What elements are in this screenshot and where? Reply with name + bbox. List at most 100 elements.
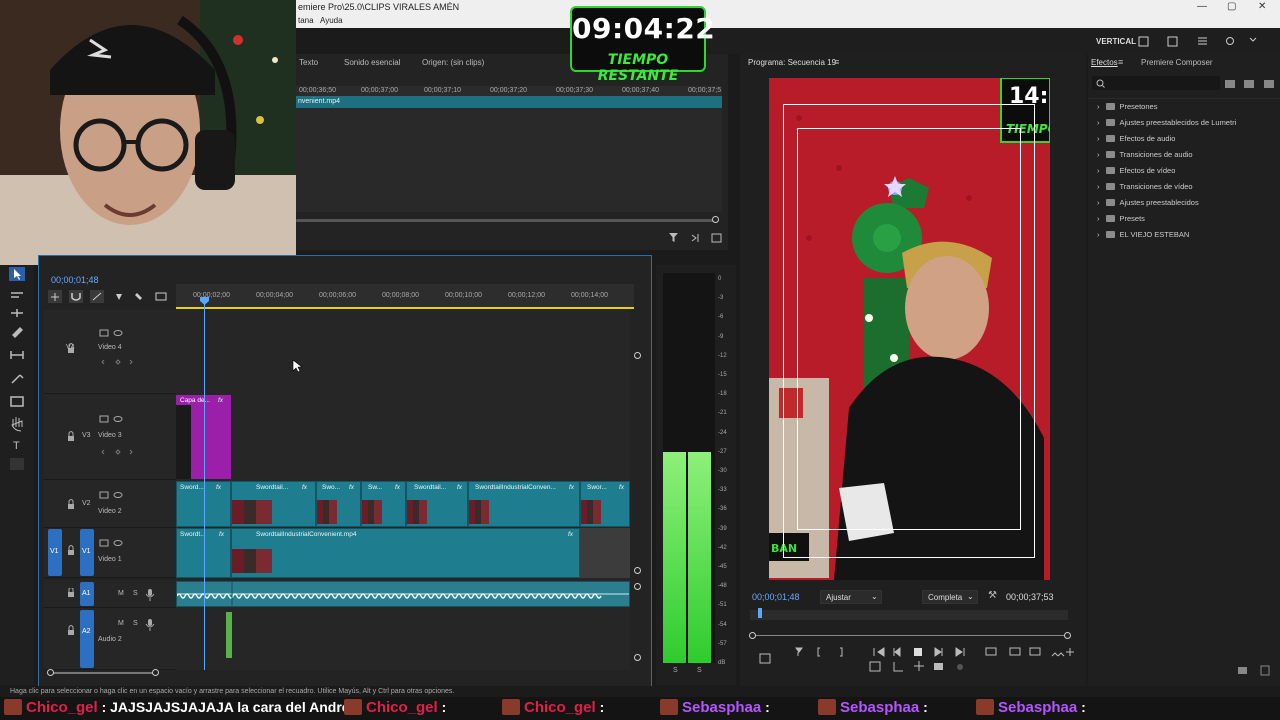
tab-efectos[interactable]: Efectos (1091, 58, 1118, 67)
track-v1-icons[interactable] (66, 538, 156, 568)
chat-username[interactable]: Chico_gel (524, 699, 596, 716)
playhead-handle[interactable] (199, 296, 210, 306)
chevron-right-icon[interactable]: › (1097, 166, 1100, 175)
effects-filter-icons[interactable] (1224, 78, 1280, 90)
fit-dropdown-value: Ajustar (826, 593, 851, 602)
effects-folder-item[interactable]: › Transiciones de vídeo (1097, 182, 1193, 191)
timeline-timecode[interactable]: 00;00;01;48 (51, 275, 99, 285)
clip-v2[interactable]: Swo... fx (316, 481, 361, 527)
effects-search-input[interactable] (1092, 76, 1220, 90)
minimize-button[interactable]: — (1197, 1, 1207, 12)
source-ruler[interactable]: 00;00;36;50 00;00;37;00 00;00;37;10 00;0… (296, 86, 722, 96)
program-frame[interactable]: BAN 14: TIEMPO (769, 78, 1050, 580)
program-scrubber[interactable] (750, 610, 1068, 620)
chevron-right-icon[interactable]: › (1097, 118, 1100, 127)
clip-v1[interactable]: SwordtailIndustrialConvenient.mp4 fx (231, 528, 580, 578)
close-button[interactable]: ✕ (1258, 1, 1266, 12)
chevron-right-icon[interactable]: › (1097, 230, 1100, 239)
effects-folder-label: Transiciones de vídeo (1119, 182, 1193, 191)
meter-solo-left[interactable]: S (673, 667, 678, 674)
source-scroll-handle[interactable] (712, 216, 719, 223)
program-playhead[interactable] (758, 608, 762, 618)
timeline-vscroll-handle[interactable] (634, 654, 641, 661)
db-scale-label: dB (718, 660, 726, 666)
timeline-vscroll-handle[interactable] (634, 567, 641, 574)
chat-username[interactable]: Sebasphaa (998, 699, 1077, 716)
chevron-right-icon[interactable]: › (1097, 198, 1100, 207)
folder-icon (1105, 231, 1115, 238)
chat-username[interactable]: Chico_gel (26, 699, 98, 716)
effects-folder-item[interactable]: › Presets (1097, 214, 1145, 223)
fx-badge: fx (569, 484, 575, 491)
workspace-label[interactable]: VERTICAL (1096, 37, 1136, 46)
program-zoom-handle[interactable] (749, 632, 756, 639)
chat-ticker: Chico_gel : JAJSJAJSJAJAJA la cara del A… (0, 697, 1280, 720)
panel-menu-icon[interactable]: ≡ (1118, 57, 1123, 67)
clip-v2[interactable]: SwordtailIndustrialConven... fx (468, 481, 580, 527)
clip-v2[interactable]: Swor... fx (580, 481, 630, 527)
folder-icon (1105, 151, 1115, 158)
effects-folder-item[interactable]: › Transiciones de audio (1097, 150, 1193, 159)
transport-controls[interactable] (758, 644, 1074, 672)
clip-v2[interactable]: Sw... fx (361, 481, 406, 527)
audio-clip-a1[interactable] (176, 581, 630, 607)
program-zoom-handle[interactable] (1064, 632, 1071, 639)
timeline-vscroll-handle[interactable] (634, 583, 641, 590)
tab-sonido-esencial[interactable]: Sonido esencial (344, 58, 400, 67)
chat-username[interactable]: Sebasphaa (840, 699, 919, 716)
chevron-right-icon[interactable]: › (1097, 102, 1100, 111)
source-area (296, 108, 722, 212)
maximize-button[interactable]: ▢ (1227, 1, 1236, 12)
track-a1-icons[interactable] (66, 588, 156, 602)
source-scrollbar[interactable] (296, 219, 716, 222)
effects-folder-item[interactable]: › Presetones (1097, 102, 1157, 111)
timeline-hscroll[interactable] (52, 672, 156, 674)
workspace-icons[interactable] (1138, 36, 1258, 47)
menu-ventana[interactable]: tana (298, 16, 314, 25)
timeline-hscroll-handle[interactable] (47, 669, 54, 676)
menu-ayuda[interactable]: Ayuda (320, 16, 343, 25)
source-clip[interactable]: nvenient.mp4 (296, 96, 722, 108)
timeline-vscroll-handle[interactable] (634, 352, 641, 359)
db-scale-label: -27 (718, 448, 727, 455)
fit-dropdown[interactable]: Ajustar ⌄ (820, 590, 882, 604)
program-title[interactable]: Programa: Secuencia 19 (748, 58, 836, 67)
effects-folder-item[interactable]: › Ajustes preestablecidos (1097, 198, 1199, 207)
effects-footer-icons[interactable] (1236, 664, 1272, 676)
program-zoom-bar[interactable] (754, 635, 1070, 636)
fx-badge: fx (302, 484, 308, 491)
avatar (976, 699, 994, 715)
tab-origen[interactable]: Origen: (sin clips) (422, 58, 484, 67)
source-toolbar-icons[interactable] (668, 232, 724, 244)
track-a2-icons[interactable] (66, 618, 156, 638)
db-scale-label: -9 (718, 333, 724, 340)
tab-texto[interactable]: Texto (299, 58, 318, 67)
chat-username[interactable]: Chico_gel (366, 699, 438, 716)
chat-username[interactable]: Sebasphaa (682, 699, 761, 716)
chevron-right-icon[interactable]: › (1097, 134, 1100, 143)
timeline-tool-icons[interactable] (48, 290, 170, 304)
clip-thumbnail (581, 500, 601, 524)
meter-solo-right[interactable]: S (697, 667, 702, 674)
chevron-right-icon[interactable]: › (1097, 182, 1100, 191)
wrench-icon[interactable]: ⚒ (988, 590, 997, 601)
clip-v2[interactable]: Swordtail... fx (231, 481, 316, 527)
quality-dropdown[interactable]: Completa ⌄ (922, 590, 978, 604)
track-header-v3: V3 Video 3 (44, 394, 176, 480)
tab-premiere-composer[interactable]: Premiere Composer (1141, 58, 1213, 67)
tool-icons[interactable]: T (0, 265, 34, 475)
effects-folder-item[interactable]: › Efectos de vídeo (1097, 166, 1175, 175)
program-timecode[interactable]: 00;00;01;48 (752, 592, 800, 602)
timeline-hscroll-handle[interactable] (152, 669, 159, 676)
chevron-right-icon[interactable]: › (1097, 214, 1100, 223)
work-area-bar[interactable] (176, 307, 634, 309)
chevron-right-icon[interactable]: › (1097, 150, 1100, 159)
effects-folder-item[interactable]: › Ajustes preestablecidos de Lumetri (1097, 118, 1236, 127)
audio-clip-a2[interactable] (226, 612, 232, 658)
db-scale-label: -36 (718, 506, 727, 513)
program-menu-icon[interactable]: ≡ (834, 57, 839, 67)
effects-folder-item[interactable]: › Efectos de audio (1097, 134, 1175, 143)
playhead[interactable] (204, 298, 205, 670)
effects-folder-item[interactable]: › EL VIEJO ESTEBAN (1097, 230, 1189, 239)
clip-v2[interactable]: Swordtail... fx (406, 481, 468, 527)
